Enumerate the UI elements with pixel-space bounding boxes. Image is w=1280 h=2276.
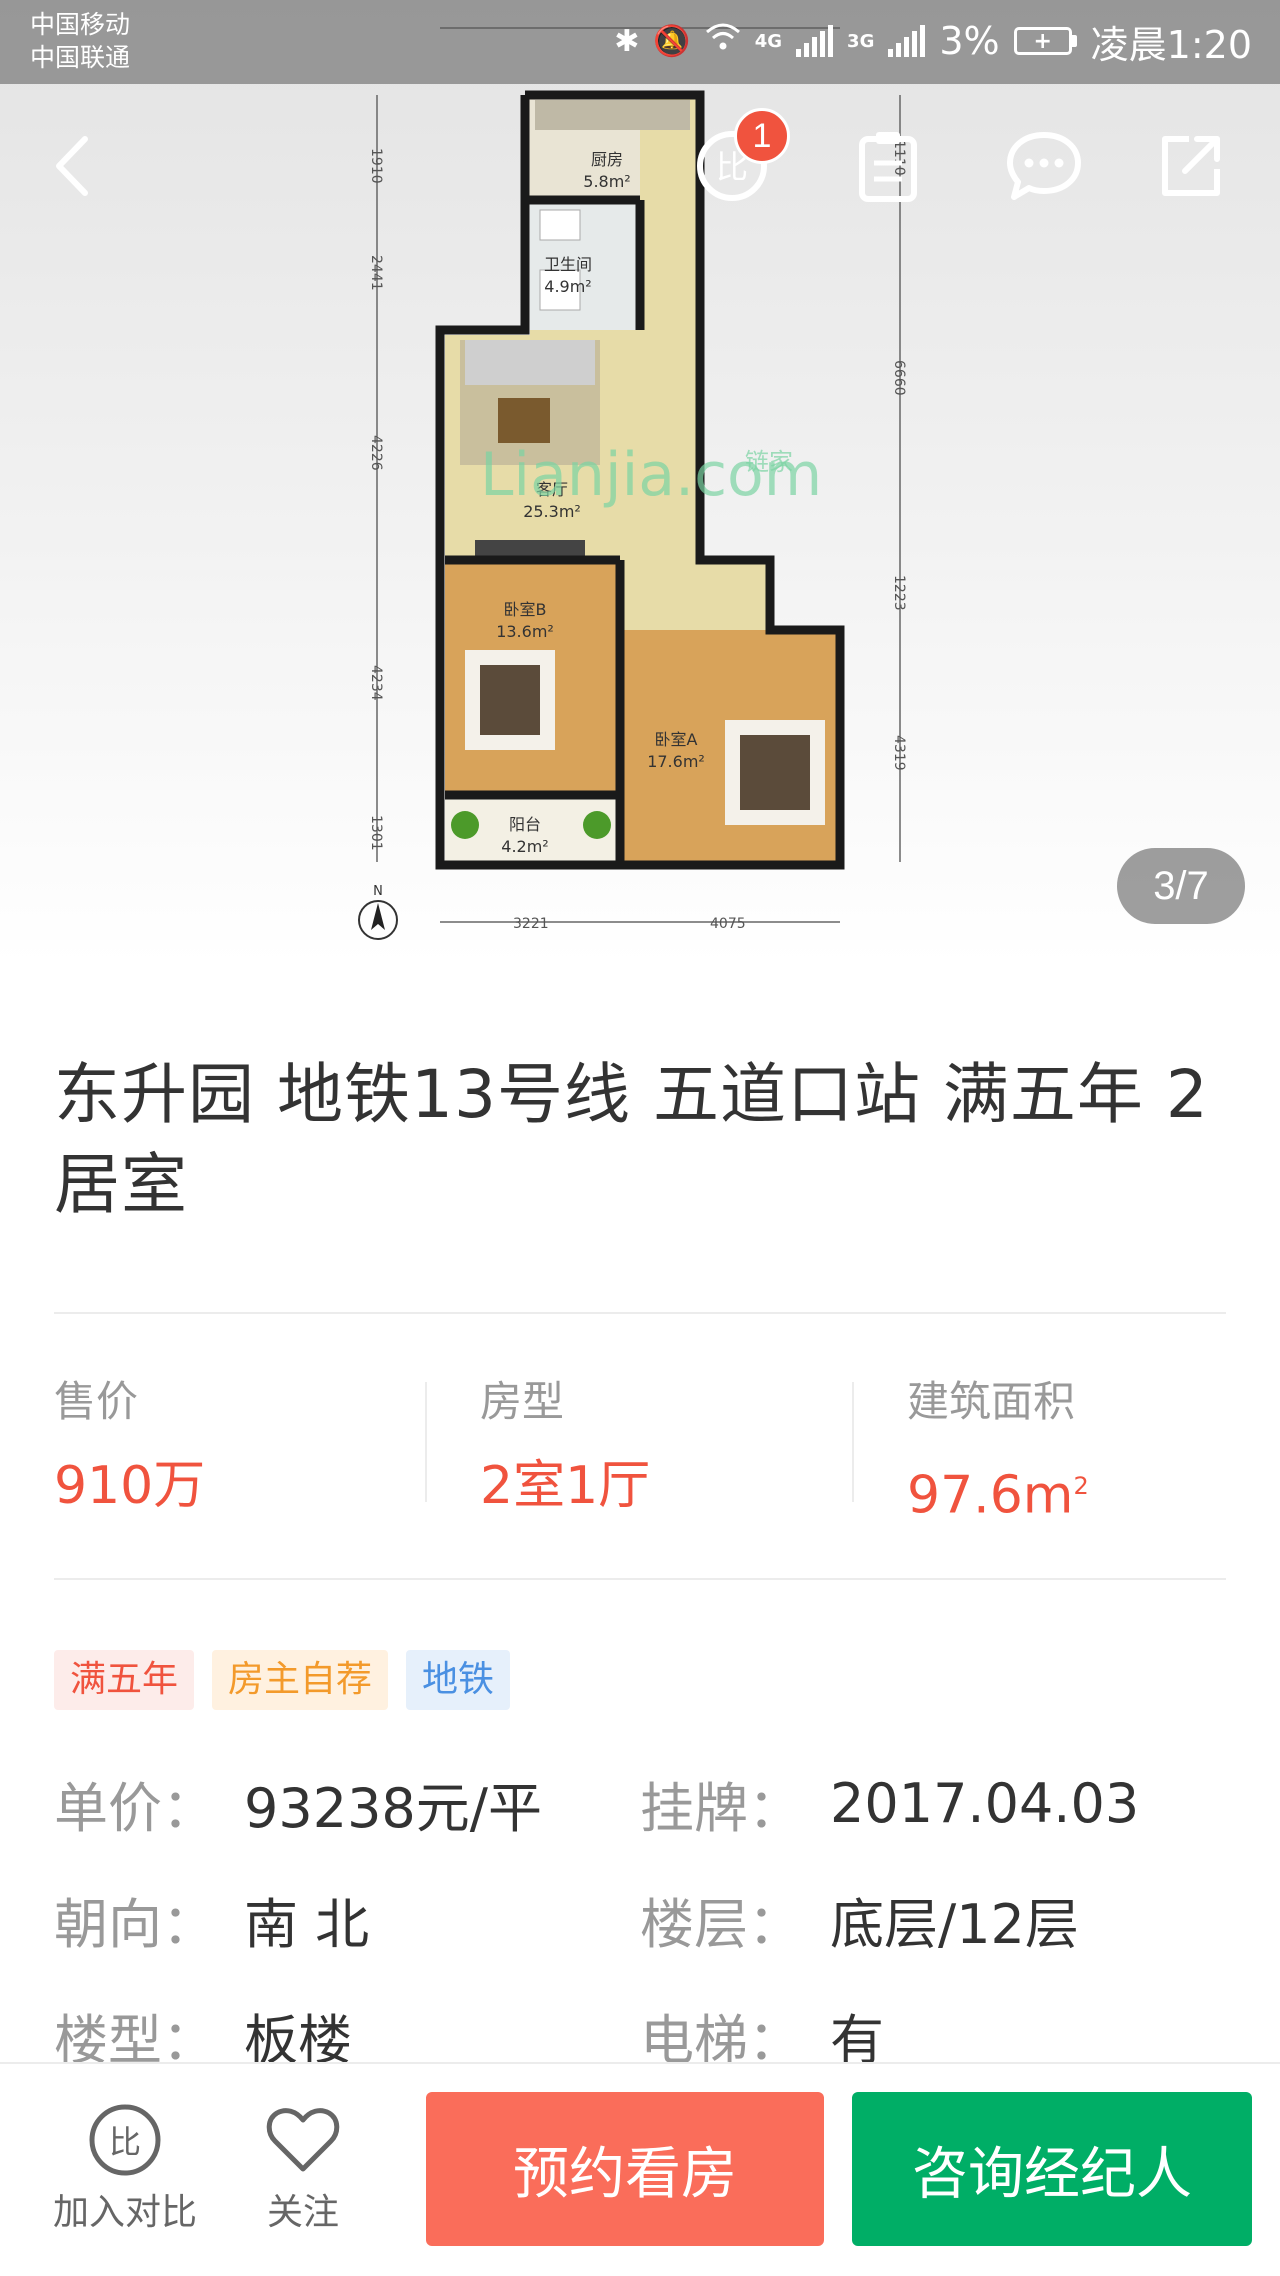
- detail-label: 单价：: [54, 1776, 216, 1840]
- layout-value: 2室1厅: [480, 1456, 651, 1516]
- back-button[interactable]: [32, 126, 112, 206]
- floor-plan-image: 1910 2441 4226 4234 1301 1110 6660 1223 …: [358, 27, 907, 940]
- room-area-kitchen: 5.8m²: [583, 172, 630, 191]
- dim-right-3: 1223: [891, 575, 907, 611]
- signal-icon-2: [888, 25, 926, 57]
- dim-left-4: 4234: [368, 665, 384, 701]
- share-button[interactable]: [1150, 126, 1230, 206]
- area-number: 97.6m: [907, 1465, 1074, 1526]
- share-icon: [1162, 136, 1220, 196]
- detail-value: 底层/12层: [830, 1892, 1079, 1956]
- compare-icon: 比: [40, 2100, 210, 2180]
- carrier-2: 中国联通: [30, 43, 131, 72]
- detail-floor: 楼层： 底层/12层: [640, 1874, 1240, 1964]
- network-type-1: 4G: [754, 30, 783, 52]
- back-icon: [56, 136, 88, 196]
- dim-right-2: 6660: [891, 360, 907, 396]
- status-icons: ✱ 🔕 4G 3G 3% + 凌晨1:20: [614, 16, 1252, 67]
- battery-percent: 3%: [939, 19, 1000, 63]
- dim-left-5: 1301: [368, 815, 384, 851]
- room-area-bathroom: 4.9m²: [544, 277, 591, 296]
- detail-label: 朝向：: [54, 1892, 216, 1956]
- chat-button[interactable]: [1004, 126, 1084, 206]
- room-area-balcony: 4.2m²: [501, 837, 548, 856]
- add-compare-button[interactable]: 比 加入对比: [40, 2100, 210, 2238]
- battery-icon: +: [1013, 27, 1077, 55]
- add-compare-label: 加入对比: [52, 2192, 197, 2233]
- room-area-bedroom-b: 13.6m²: [496, 622, 554, 641]
- detail-value: 93238元/平: [244, 1776, 542, 1840]
- room-label-kitchen: 厨房: [591, 150, 623, 169]
- layout-label: 房型: [480, 1377, 565, 1426]
- dim-bottom-2: 4075: [710, 916, 746, 932]
- detail-label: 挂牌：: [640, 1776, 802, 1840]
- consult-agent-button[interactable]: 咨询经纪人: [852, 2092, 1252, 2246]
- follow-button[interactable]: 关注: [218, 2100, 388, 2238]
- area-value: 97.6m2: [907, 1446, 1247, 1535]
- stat-separator: [425, 1382, 427, 1502]
- carrier-names: 中国移动 中国联通: [30, 8, 130, 74]
- status-bar: 中国移动 中国联通 ✱ 🔕 4G 3G 3% + 凌晨1:20: [0, 0, 1280, 84]
- detail-listed-date: 挂牌： 2017.04.03: [640, 1758, 1240, 1848]
- room-label-bedroom-a: 卧室A: [655, 730, 698, 749]
- image-gallery[interactable]: 1910 2441 4226 4234 1301 1110 6660 1223 …: [0, 0, 1280, 965]
- listing-title: 东升园 地铁13号线 五道口站 满五年 2居室: [54, 1056, 1209, 1223]
- mute-icon: 🔕: [653, 23, 691, 59]
- detail-value: 南 北: [244, 1892, 370, 1956]
- price-stat: 售价 910万: [54, 1372, 394, 1526]
- chat-icon: [1007, 132, 1081, 200]
- divider: [54, 1578, 1226, 1580]
- dim-left-1: 1910: [368, 148, 384, 184]
- stat-separator: [852, 1382, 854, 1502]
- wifi-icon: [705, 22, 741, 60]
- tag-subway: 地铁: [406, 1650, 511, 1710]
- layout-stat: 房型 2室1厅: [480, 1372, 820, 1526]
- tag-owner-recommended: 房主自荐: [212, 1650, 389, 1710]
- watermark-logo-cn: 链家: [745, 448, 793, 476]
- room-label-bathroom: 卫生间: [544, 255, 592, 274]
- svg-text:比: 比: [109, 2123, 141, 2161]
- dim-left-2: 2441: [368, 255, 384, 291]
- room-area-bedroom-a: 17.6m²: [647, 752, 705, 771]
- area-label: 建筑面积: [907, 1377, 1076, 1426]
- notes-icon: [859, 132, 917, 202]
- dim-right-4: 4319: [891, 735, 907, 771]
- price-value: 910万: [54, 1456, 206, 1516]
- compare-count-badge: 1: [734, 108, 790, 164]
- heart-icon: [218, 2100, 388, 2180]
- divider: [54, 1312, 1226, 1314]
- notes-button[interactable]: [848, 126, 928, 206]
- room-label-balcony: 阳台: [509, 815, 541, 834]
- room-label-bedroom-b: 卧室B: [504, 600, 547, 619]
- tag-five-years: 满五年: [54, 1650, 195, 1710]
- detail-orientation: 朝向： 南 北: [54, 1874, 654, 1964]
- bluetooth-icon: ✱: [614, 23, 640, 59]
- tag-list: 满五年 房主自荐 地铁: [54, 1650, 511, 1710]
- detail-unit-price: 单价： 93238元/平: [54, 1758, 654, 1848]
- north-arrow-icon: N: [358, 884, 398, 940]
- dim-left-3: 4226: [368, 435, 384, 471]
- area-unit-sup: 2: [1073, 1472, 1089, 1500]
- clock: 凌晨1:20: [1090, 22, 1252, 67]
- carrier-1: 中国移动: [30, 10, 131, 39]
- area-stat: 建筑面积 97.6m2: [907, 1372, 1247, 1535]
- gallery-page-indicator: 3/7: [1117, 848, 1245, 924]
- signal-icon-1: [796, 25, 834, 57]
- detail-label: 楼层：: [640, 1892, 802, 1956]
- svg-text:N: N: [373, 884, 383, 899]
- follow-label: 关注: [266, 2192, 339, 2233]
- price-label: 售价: [54, 1377, 139, 1426]
- detail-value: 2017.04.03: [830, 1771, 1140, 1835]
- book-viewing-button[interactable]: 预约看房: [426, 2092, 824, 2246]
- network-type-2: 3G: [847, 30, 875, 52]
- dim-bottom-1: 3221: [513, 916, 549, 932]
